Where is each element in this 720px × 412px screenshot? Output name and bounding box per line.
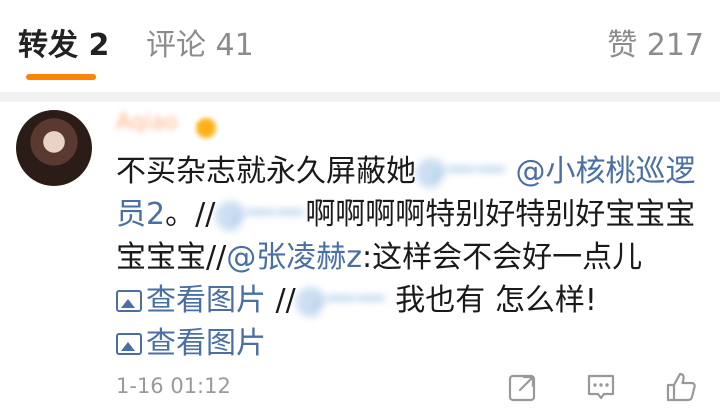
tab-like[interactable]: 赞 217 [607,26,704,66]
blurred-mention[interactable]: @一一 [416,154,506,189]
text-segment: 。// [165,197,216,232]
image-icon [116,290,142,312]
tab-comment[interactable]: 评论 41 [146,26,254,66]
mention-link[interactable]: @张凌赫z [226,240,362,275]
repost-button[interactable] [506,370,540,404]
avatar[interactable] [16,110,92,186]
text-segment: // [266,283,296,318]
view-image-link[interactable]: 查看图片 [116,283,266,318]
tab-bar: 转发 2 评论 41 赞 217 [0,0,720,92]
comment-icon [587,374,615,400]
username[interactable]: Aqiao [116,110,178,135]
comment-text: 不买杂志就永久屏蔽她@一一 @小核桃巡逻员2。//@一一啊啊啊啊特别好特别好宝宝… [116,150,706,365]
view-image-link[interactable]: 查看图片 [116,326,266,361]
blurred-mention[interactable]: @一一 [215,197,305,232]
comment-button[interactable] [584,370,618,404]
view-image-label: 查看图片 [146,326,266,361]
image-icon [116,333,142,355]
separator [0,92,720,102]
blurred-mention[interactable]: @一一 [296,283,386,318]
view-image-label: 查看图片 [146,283,266,318]
user-badge-icon [196,118,216,138]
timestamp: 1-16 01:12 [116,374,231,398]
active-tab-indicator [26,74,96,80]
text-segment: 不买杂志就永久屏蔽她 [116,154,416,189]
like-button[interactable] [664,370,698,404]
text-segment: :这样会不会好一点儿 [361,240,643,275]
repost-icon [508,374,536,402]
like-icon [666,372,696,402]
text-segment: 我也有 怎么样! [385,283,597,318]
tab-repost[interactable]: 转发 2 [18,26,109,66]
